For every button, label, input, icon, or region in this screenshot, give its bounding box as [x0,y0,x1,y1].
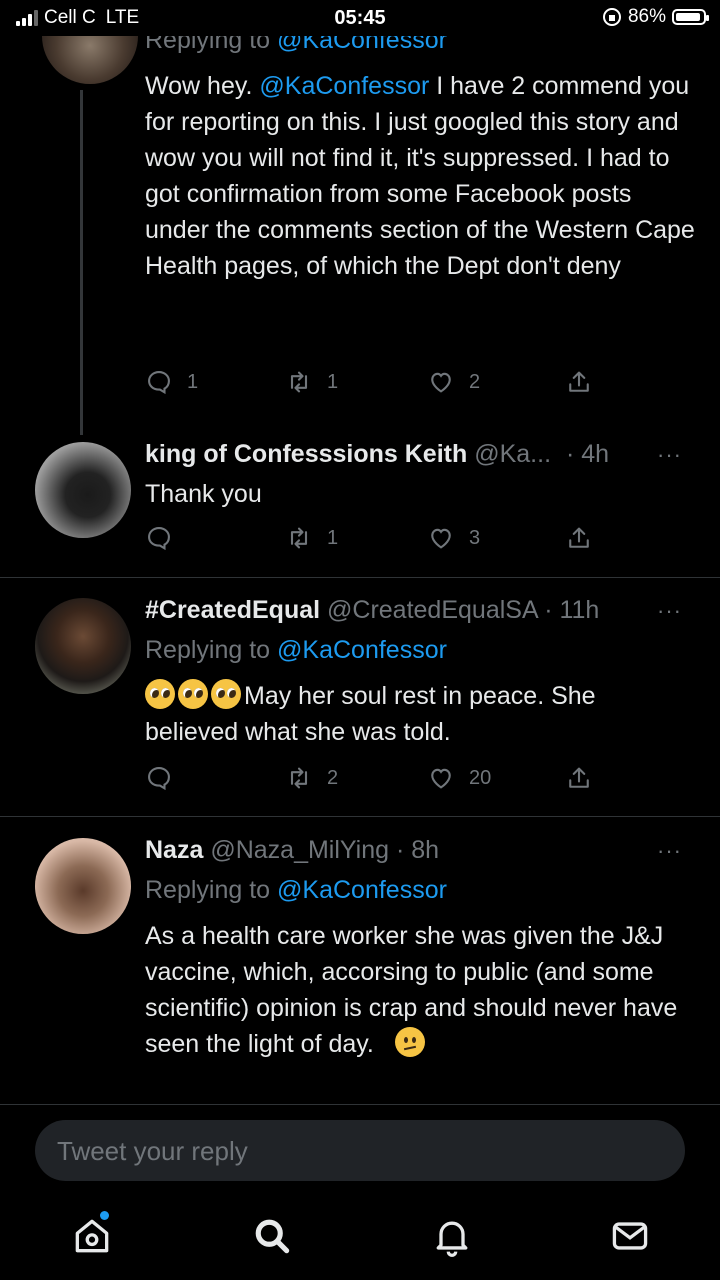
more-options-button[interactable]: ··· [657,598,682,624]
divider [0,577,720,578]
pleading-face-emoji [211,679,241,709]
avatar[interactable] [35,442,131,538]
user-handle[interactable]: @Ka... [474,440,551,468]
replying-handle-link[interactable]: @KaConfessor [277,876,447,904]
share-button[interactable] [565,368,593,396]
user-handle[interactable]: @CreatedEqualSA [327,596,537,624]
tweet-time: · 8h [395,836,440,864]
more-options-button[interactable]: ··· [657,838,682,864]
share-icon [569,767,589,788]
reply-icon [148,527,170,551]
messages-icon [612,1222,648,1250]
retweet-icon [290,527,308,549]
tweet-text: Thank you [145,480,262,508]
bottom-tab-bar [0,1190,720,1280]
reply-button[interactable]: 1 [145,368,198,396]
thread-line [80,90,83,435]
divider [0,816,720,817]
confused-face-emoji [394,1027,425,1057]
like-button[interactable]: 2 [427,368,480,396]
heart-icon [431,768,451,789]
reply-icon [148,371,170,395]
replying-to: Replying to @KaConfessor [145,636,447,664]
tweet-header: Naza @Naza_MilYing · 8h [145,836,439,865]
battery-percent: 86% [627,6,666,27]
pleading-face-emoji [145,679,175,709]
status-right: 86% [602,6,709,28]
tweet-header: #CreatedEqual @CreatedEqualSA · 11h [145,596,599,625]
status-bar: Cell C LTE 05:45 86% [0,0,720,36]
tweet-reply-input[interactable]: Tweet your reply [35,1120,685,1181]
reply-placeholder: Tweet your reply [57,1136,248,1166]
divider [0,1104,720,1105]
tab-messages[interactable] [608,1214,652,1258]
tweet-time: · 11h [544,596,600,624]
avatar[interactable] [35,838,131,934]
reply-icon [148,767,170,791]
tweet-header: king of Confesssions Keith @Ka... · 4h [145,440,609,469]
tweet-actions: 2 20 [145,764,615,794]
user-handle[interactable]: @Naza_MilYing [210,836,389,864]
retweet-button[interactable]: 2 [285,764,338,792]
like-button[interactable]: 3 [427,524,480,552]
replying-to: Replying to @KaConfessor [145,876,447,904]
heart-icon [431,528,451,549]
share-icon [569,527,589,548]
mention-link[interactable]: @KaConfessor [259,72,429,100]
retweet-icon [290,767,308,789]
notifications-icon [436,1221,468,1257]
tweet-text: May her soul rest in peace. She believed… [145,678,695,750]
tweet-text: Wow hey. @KaConfessor I have 2 commend y… [145,72,695,280]
tweet-time: · 4h [565,440,610,468]
reply-button[interactable] [145,764,187,792]
retweet-button[interactable]: 1 [285,524,338,552]
share-icon [569,371,589,392]
unread-dot [100,1211,109,1220]
like-button[interactable]: 20 [427,764,491,792]
reply-button[interactable] [145,524,187,552]
search-icon [255,1219,290,1254]
share-button[interactable] [565,764,593,792]
pleading-face-emoji [178,679,208,709]
tab-search[interactable] [250,1214,294,1258]
avatar[interactable] [35,598,131,694]
replying-handle-link[interactable]: @KaConfessor [277,636,447,664]
tweet-text: As a health care worker she was given th… [145,922,678,1058]
retweet-button[interactable]: 1 [285,368,338,396]
more-options-button[interactable]: ··· [657,442,682,468]
tweet-actions: 1 3 [145,524,615,554]
tab-notifications[interactable] [430,1214,474,1258]
share-button[interactable] [565,524,593,552]
heart-icon [431,372,451,393]
display-name[interactable]: #CreatedEqual [145,596,320,624]
retweet-icon [290,371,308,393]
tweet-actions: 1 1 2 [145,368,615,398]
battery-icon [672,9,709,25]
display-name[interactable]: king of Confesssions Keith [145,440,467,468]
orientation-lock-icon [602,8,621,26]
home-icon [75,1219,109,1253]
display-name[interactable]: Naza [145,836,203,864]
tab-home[interactable] [70,1214,114,1258]
